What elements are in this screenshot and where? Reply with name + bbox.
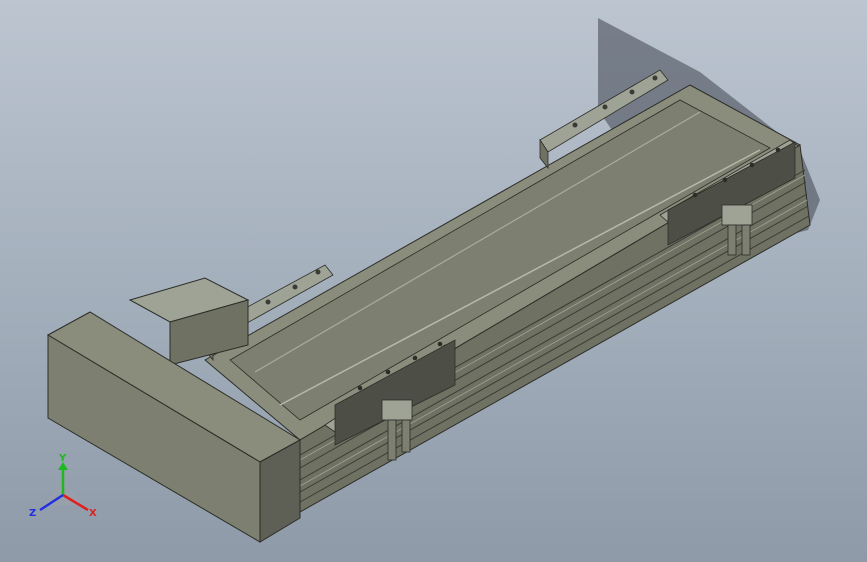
x-axis-label: X — [89, 508, 97, 519]
orientation-triad[interactable]: Y X Z — [29, 453, 97, 519]
graphics-viewport[interactable]: Y X Z — [0, 0, 867, 562]
motor-housing — [46, 277, 301, 543]
y-axis-label: Y — [58, 453, 67, 464]
model-view: Y X Z — [29, 18, 820, 543]
z-axis-label: Z — [29, 508, 36, 519]
